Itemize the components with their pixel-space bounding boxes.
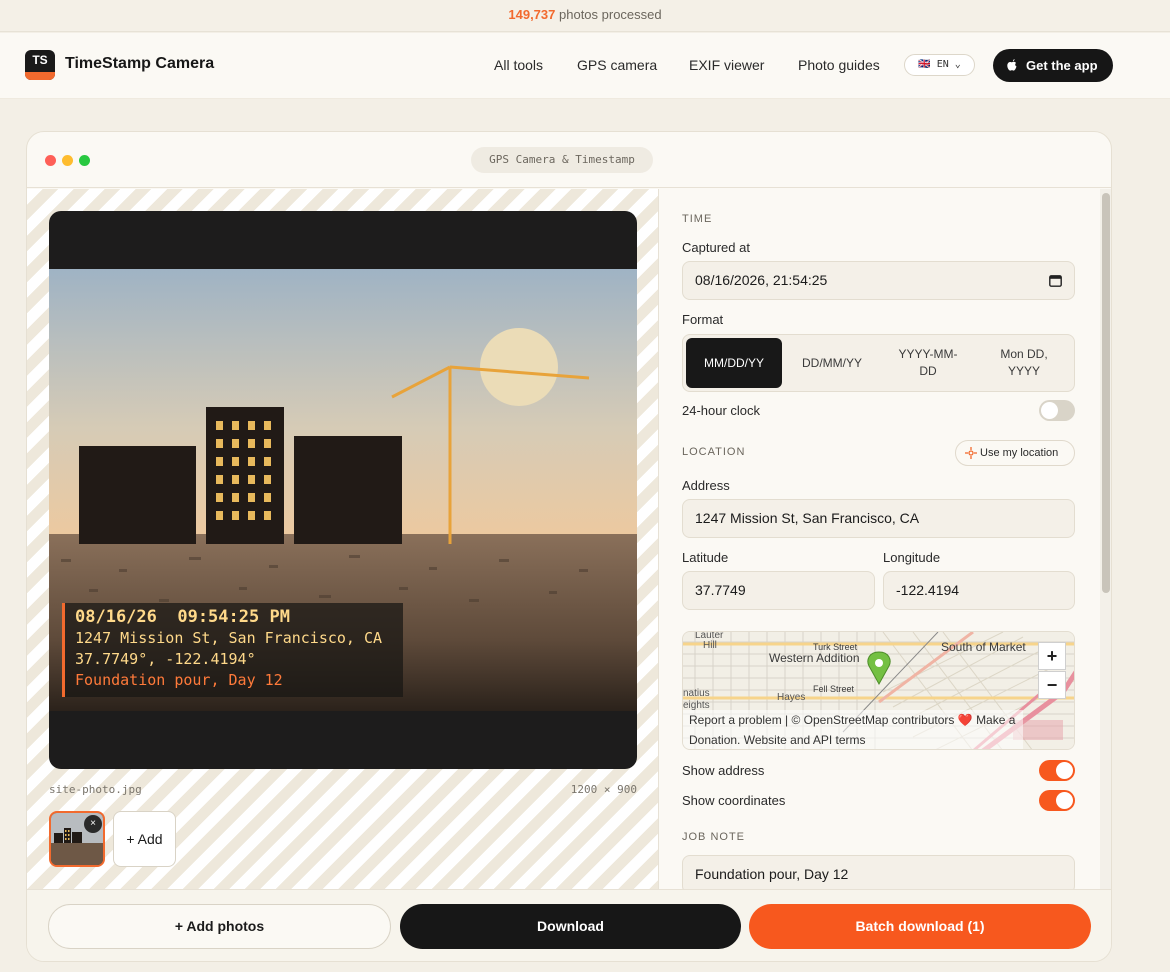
overlay-coordinates: 37.7749°, -122.4194° xyxy=(75,650,256,668)
close-dot-icon[interactable] xyxy=(45,155,56,166)
overlay-address: 1247 Mission St, San Francisco, CA xyxy=(75,629,383,647)
location-section-title: LOCATION xyxy=(682,446,746,458)
map-attribution: Report a problem | © OpenStreetMap contr… xyxy=(683,710,1023,749)
batch-download-button[interactable]: Batch download (1) xyxy=(749,904,1091,949)
show-address-label: Show address xyxy=(682,763,765,778)
format-option-monddyyyy[interactable]: Mon DD, YYYY xyxy=(976,338,1072,388)
time-section-title: TIME xyxy=(682,213,713,225)
latitude-input[interactable]: 37.7749 xyxy=(682,571,875,610)
overlay-note: Foundation pour, Day 12 xyxy=(75,671,283,689)
map-label-hayes: Hayes xyxy=(777,692,805,703)
use-my-location-button[interactable]: Use my location xyxy=(955,440,1075,466)
job-note-input[interactable]: Foundation pour, Day 12 xyxy=(682,855,1075,889)
flag-icon: 🇬🇧 xyxy=(918,59,931,70)
attribution-line-3[interactable]: Donation. Website and API terms xyxy=(689,733,866,747)
map-label-hill: Hill xyxy=(703,640,717,651)
24-hour-clock-toggle[interactable] xyxy=(1039,400,1075,421)
add-photos-button[interactable]: + Add photos xyxy=(48,904,391,949)
location-map[interactable]: Western Addition South of Market Turk St… xyxy=(682,631,1075,750)
nav-link-all-tools[interactable]: All tools xyxy=(494,57,543,73)
language-code: EN xyxy=(936,59,949,70)
toggle-knob xyxy=(1056,762,1073,779)
format-option-yyyymmdd[interactable]: YYYY-MM-DD xyxy=(880,338,976,388)
add-photo-tile[interactable]: + Add xyxy=(113,811,176,867)
apple-icon xyxy=(1007,59,1017,71)
get-app-label: Get the app xyxy=(1026,58,1098,73)
calendar-icon[interactable] xyxy=(1049,274,1062,287)
format-option-mmddyy[interactable]: MM/DD/YY xyxy=(686,338,782,388)
show-coordinates-toggle[interactable] xyxy=(1039,790,1075,811)
chevron-down-icon: ⌄ xyxy=(954,59,961,70)
format-label: Format xyxy=(682,312,724,327)
window-titlebar: GPS Camera & Timestamp xyxy=(27,132,1111,188)
map-label-fell-street: Fell Street xyxy=(813,684,855,694)
minimize-dot-icon[interactable] xyxy=(62,155,73,166)
captured-at-input[interactable]: 08/16/2026, 21:54:25 xyxy=(682,261,1075,300)
address-input[interactable]: 1247 Mission St, San Francisco, CA xyxy=(682,499,1075,538)
settings-scrollbar[interactable] xyxy=(1100,189,1111,889)
photo-preview: 08/16/26 09:54:25 PM 1247 Mission St, Sa… xyxy=(49,211,637,769)
logo-text: TS xyxy=(32,53,48,67)
captured-at-label: Captured at xyxy=(682,240,750,255)
toggle-knob xyxy=(1056,792,1073,809)
show-coordinates-label: Show coordinates xyxy=(682,793,786,808)
latitude-label: Latitude xyxy=(682,550,729,565)
window-title: GPS Camera & Timestamp xyxy=(471,147,653,173)
language-selector[interactable]: 🇬🇧 EN ⌄ xyxy=(904,54,975,76)
attribution-line-1[interactable]: Report a problem | © OpenStreetMap contr… xyxy=(689,713,954,727)
get-app-button[interactable]: Get the app xyxy=(993,49,1113,82)
file-name: site-photo.jpg xyxy=(49,783,142,796)
app-window: GPS Camera & Timestamp 08/16/26 09:54:25… xyxy=(26,131,1112,962)
nav-link-photo-guides[interactable]: Photo guides xyxy=(798,57,880,73)
crosshair-icon xyxy=(965,447,977,459)
nav-link-exif-viewer[interactable]: EXIF viewer xyxy=(689,57,764,73)
preview-pane: 08/16/26 09:54:25 PM 1247 Mission St, Sa… xyxy=(27,189,659,889)
map-label-natius: natius xyxy=(683,688,710,699)
map-label-turk-street: Turk Street xyxy=(813,642,858,652)
stats-banner: 149,737 photos processed xyxy=(0,0,1170,32)
photos-processed-count: 149,737 xyxy=(508,7,556,22)
date-format-selector: MM/DD/YY DD/MM/YY YYYY-MM-DD Mon DD, YYY… xyxy=(682,334,1075,392)
format-option-ddmmyy[interactable]: DD/MM/YY xyxy=(784,338,880,388)
settings-pane: TIME Captured at 08/16/2026, 21:54:25 Fo… xyxy=(660,189,1111,889)
map-label-south-of-market: South of Market xyxy=(941,640,1026,654)
clock-label: 24-hour clock xyxy=(682,403,761,418)
scrollbar-thumb[interactable] xyxy=(1102,193,1110,593)
action-footer: + Add photos Download Batch download (1) xyxy=(27,889,1111,961)
logo-stripe xyxy=(25,72,55,80)
address-label: Address xyxy=(682,478,730,493)
nav-link-gps-camera[interactable]: GPS camera xyxy=(577,57,657,73)
zoom-out-button[interactable]: − xyxy=(1038,671,1066,699)
maximize-dot-icon[interactable] xyxy=(79,155,90,166)
use-my-location-label: Use my location xyxy=(980,447,1059,459)
heart-icon: ❤️ xyxy=(957,713,973,727)
remove-thumbnail-button[interactable]: × xyxy=(84,815,102,833)
download-button[interactable]: Download xyxy=(400,904,741,949)
timestamp-overlay: 08/16/26 09:54:25 PM 1247 Mission St, Sa… xyxy=(62,603,403,697)
brand-name[interactable]: TimeStamp Camera xyxy=(65,55,214,73)
longitude-label: Longitude xyxy=(883,550,941,565)
toggle-knob xyxy=(1041,402,1058,419)
show-address-toggle[interactable] xyxy=(1039,760,1075,781)
image-dimensions: 1200 × 900 xyxy=(570,783,637,796)
map-label-western-addition: Western Addition xyxy=(769,651,860,665)
overlay-time: 08/16/26 09:54:25 PM xyxy=(75,607,290,627)
attribution-line-2[interactable]: Make a xyxy=(976,713,1015,727)
captured-at-value: 08/16/2026, 21:54:25 xyxy=(695,272,828,288)
photos-processed-text: photos processed xyxy=(559,7,662,22)
longitude-input[interactable]: -122.4194 xyxy=(883,571,1075,610)
zoom-in-button[interactable]: + xyxy=(1038,642,1066,670)
job-note-section-title: JOB NOTE xyxy=(682,831,746,843)
logo-icon[interactable]: TS xyxy=(25,50,55,80)
top-navigation: TS TimeStamp Camera All tools GPS camera… xyxy=(0,33,1170,99)
